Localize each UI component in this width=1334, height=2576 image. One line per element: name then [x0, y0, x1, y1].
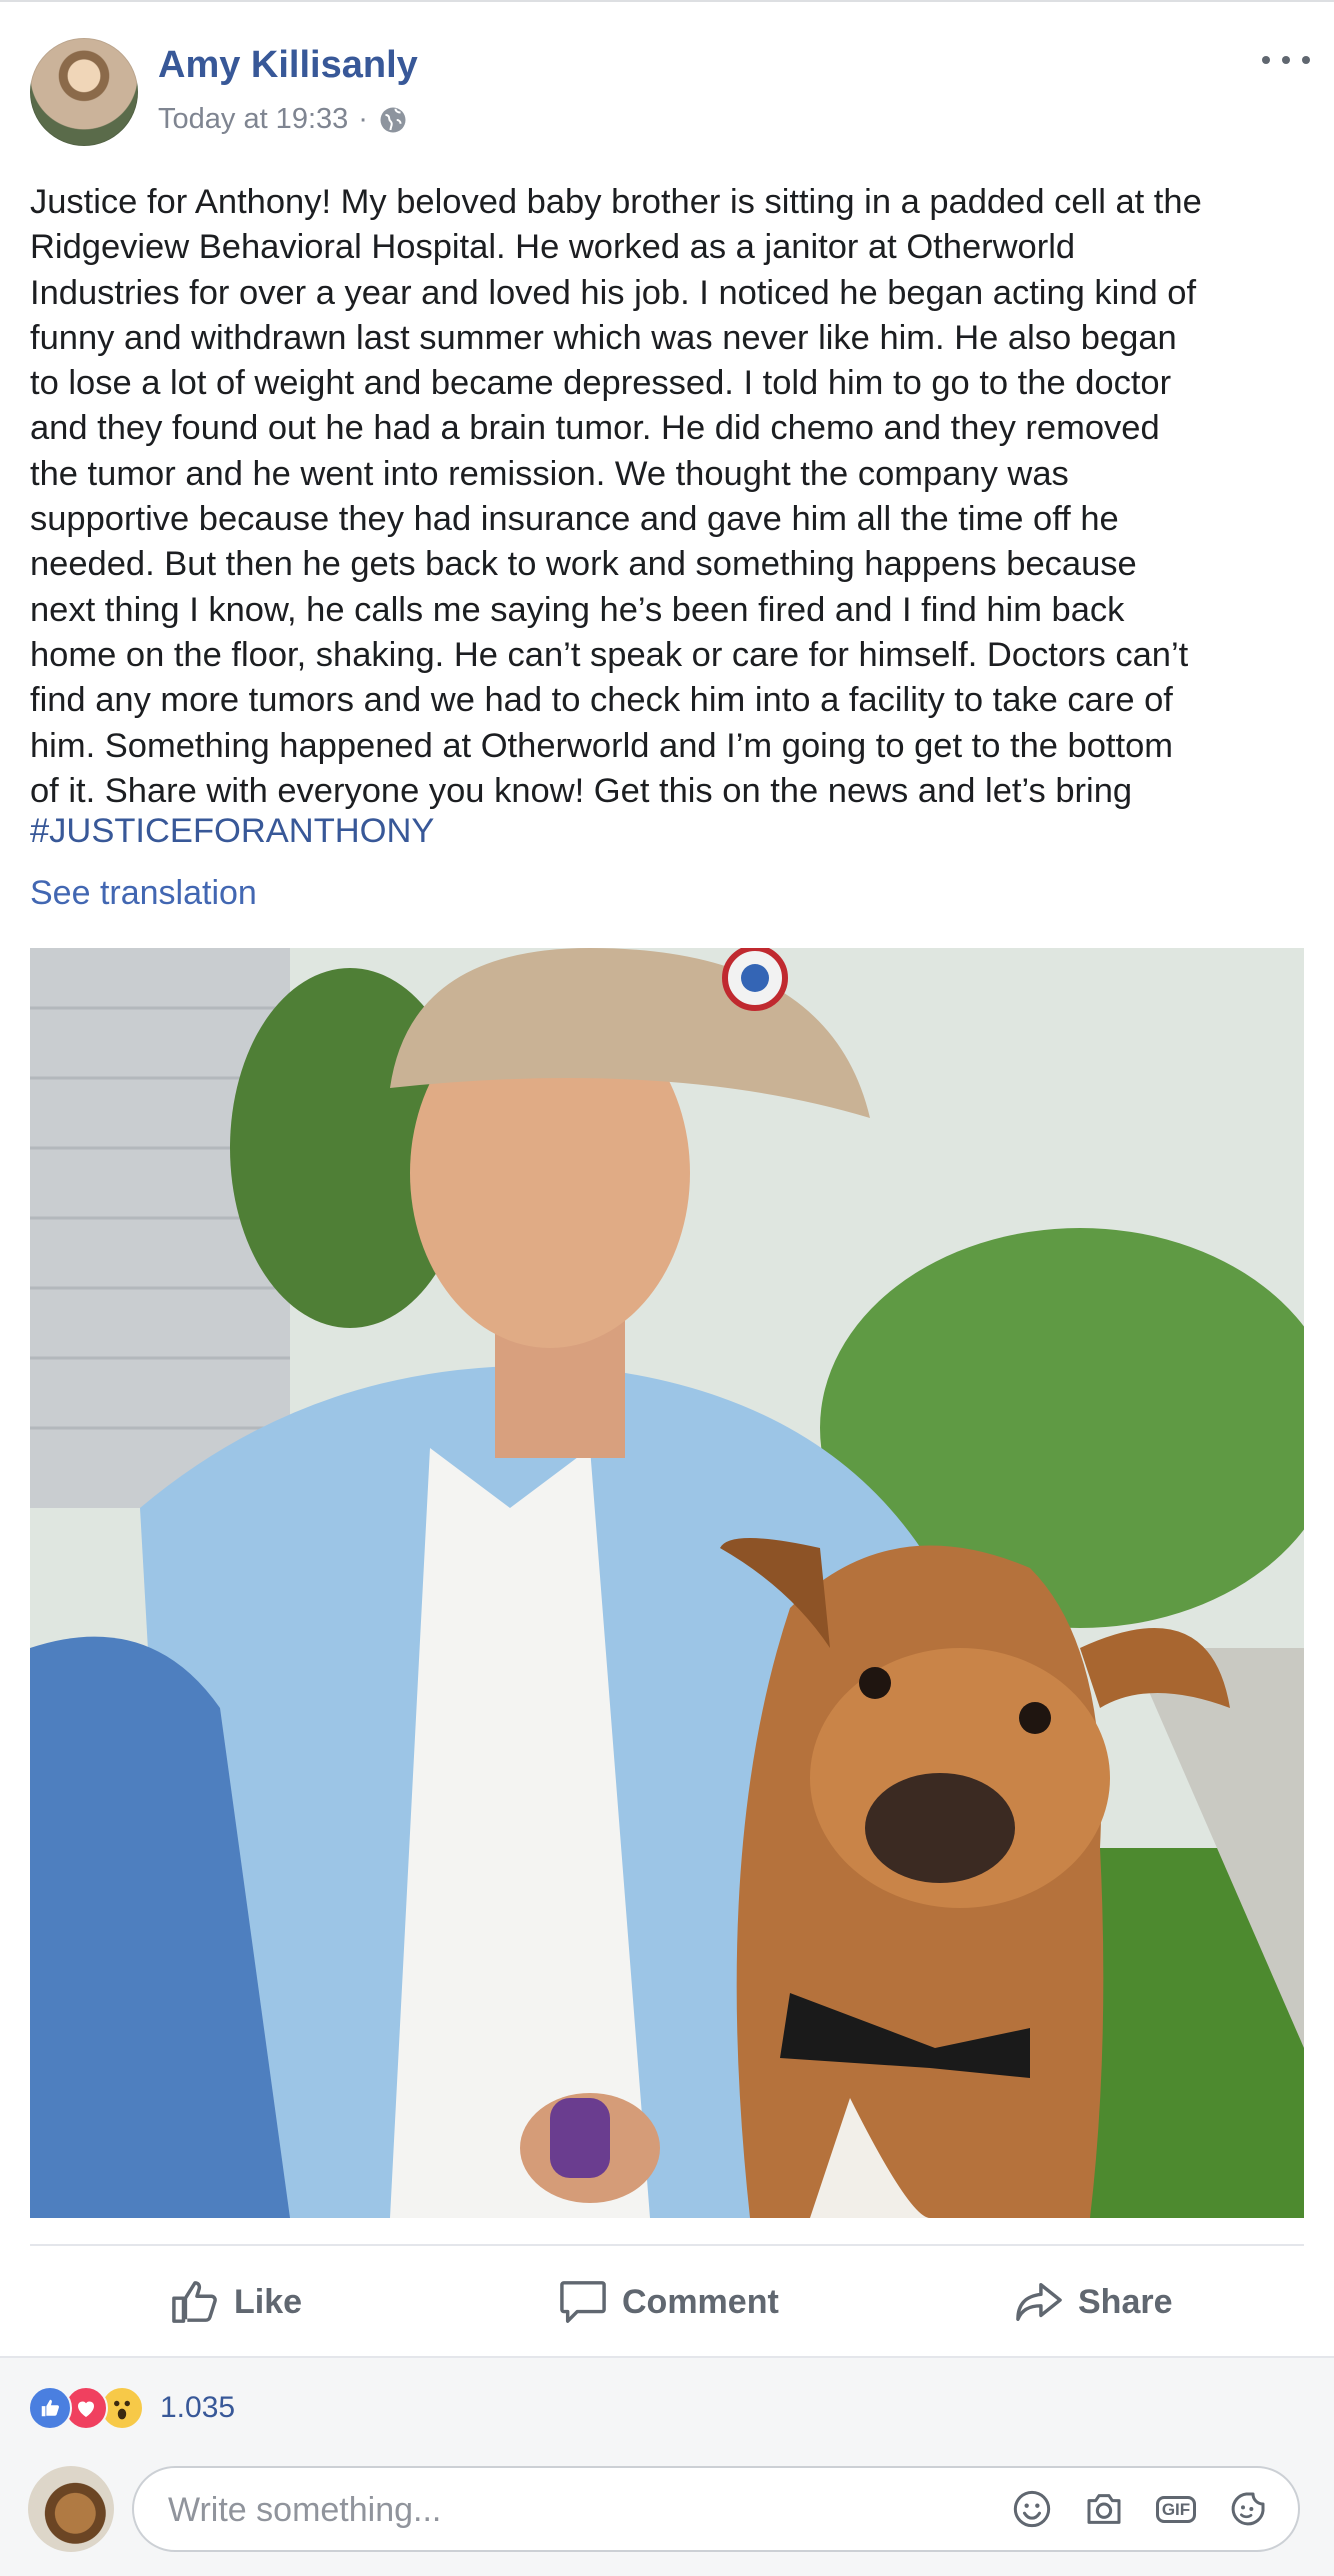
like-label: Like — [234, 2282, 303, 2321]
post-text-line: of it. Share with everyone you know! Get… — [30, 771, 1133, 810]
globe-icon — [378, 105, 408, 135]
top-divider — [0, 0, 1334, 2]
post-text-line: funny and withdrawn last summer which wa… — [30, 318, 1177, 357]
like-button[interactable]: Like — [170, 2272, 302, 2332]
comment-icon — [558, 2279, 608, 2325]
sticker-icon[interactable] — [1226, 2487, 1270, 2531]
comment-button[interactable]: Comment — [558, 2272, 779, 2332]
reactions-summary[interactable]: 1.035 — [28, 2386, 235, 2430]
action-divider — [30, 2244, 1304, 2246]
composer-icons: GIF — [982, 2468, 1270, 2550]
post-text-line: Ridgeview Behavioral Hospital. He worked… — [30, 228, 1076, 267]
post-text-line: Justice for Anthony! My beloved baby bro… — [30, 183, 1202, 221]
share-arrow-icon — [1014, 2279, 1064, 2325]
comment-area-divider — [0, 2356, 1334, 2358]
post-text-line: supportive because they had insurance an… — [30, 500, 1119, 539]
gif-label: GIF — [1155, 2495, 1197, 2523]
post-text-line: him. Something happened at Otherworld an… — [30, 726, 1174, 765]
post-text-line: to lose a lot of weight and became depre… — [30, 364, 1172, 403]
current-user-avatar — [28, 2466, 114, 2552]
emoji-icon[interactable] — [1010, 2487, 1054, 2531]
post-text-line: home on the floor, shaking. He can’t spe… — [30, 635, 1189, 674]
share-button[interactable]: Share — [1014, 2272, 1173, 2332]
gif-icon[interactable]: GIF — [1154, 2487, 1198, 2531]
post-text-line: and they found out he had a brain tumor.… — [30, 409, 1160, 448]
comment-input[interactable] — [166, 2468, 950, 2552]
author-name[interactable]: Amy Killisanly — [158, 44, 418, 87]
comment-composer[interactable]: GIF — [132, 2466, 1300, 2552]
meta-separator: · — [358, 103, 368, 135]
thumbs-up-icon — [170, 2279, 220, 2325]
reaction-count[interactable]: 1.035 — [160, 2391, 235, 2425]
hashtag-link[interactable]: #JUSTICEFORANTHONY — [30, 812, 434, 851]
share-label: Share — [1078, 2282, 1173, 2321]
comment-label: Comment — [622, 2282, 779, 2321]
author-avatar[interactable] — [30, 38, 138, 146]
see-translation-link[interactable]: See translation — [30, 874, 257, 913]
post-text-line: find any more tumors and we had to check… — [30, 681, 1173, 720]
post-meta: Today at 19:33 · — [158, 103, 408, 136]
more-options-icon[interactable] — [1262, 48, 1310, 72]
like-reaction-icon — [28, 2386, 72, 2430]
post-photo[interactable] — [30, 948, 1304, 2218]
post-text-line: next thing I know, he calls me saying he… — [30, 590, 1125, 629]
post-body: Justice for Anthony! My beloved baby bro… — [30, 180, 1310, 814]
post-text-line: needed. But then he gets back to work an… — [30, 545, 1137, 584]
post-text-line: Industries for over a year and loved his… — [30, 273, 1197, 312]
post-timestamp[interactable]: Today at 19:33 — [158, 103, 348, 136]
post-text-line: the tumor and he went into remission. We… — [30, 454, 1069, 493]
camera-icon[interactable] — [1082, 2487, 1126, 2531]
